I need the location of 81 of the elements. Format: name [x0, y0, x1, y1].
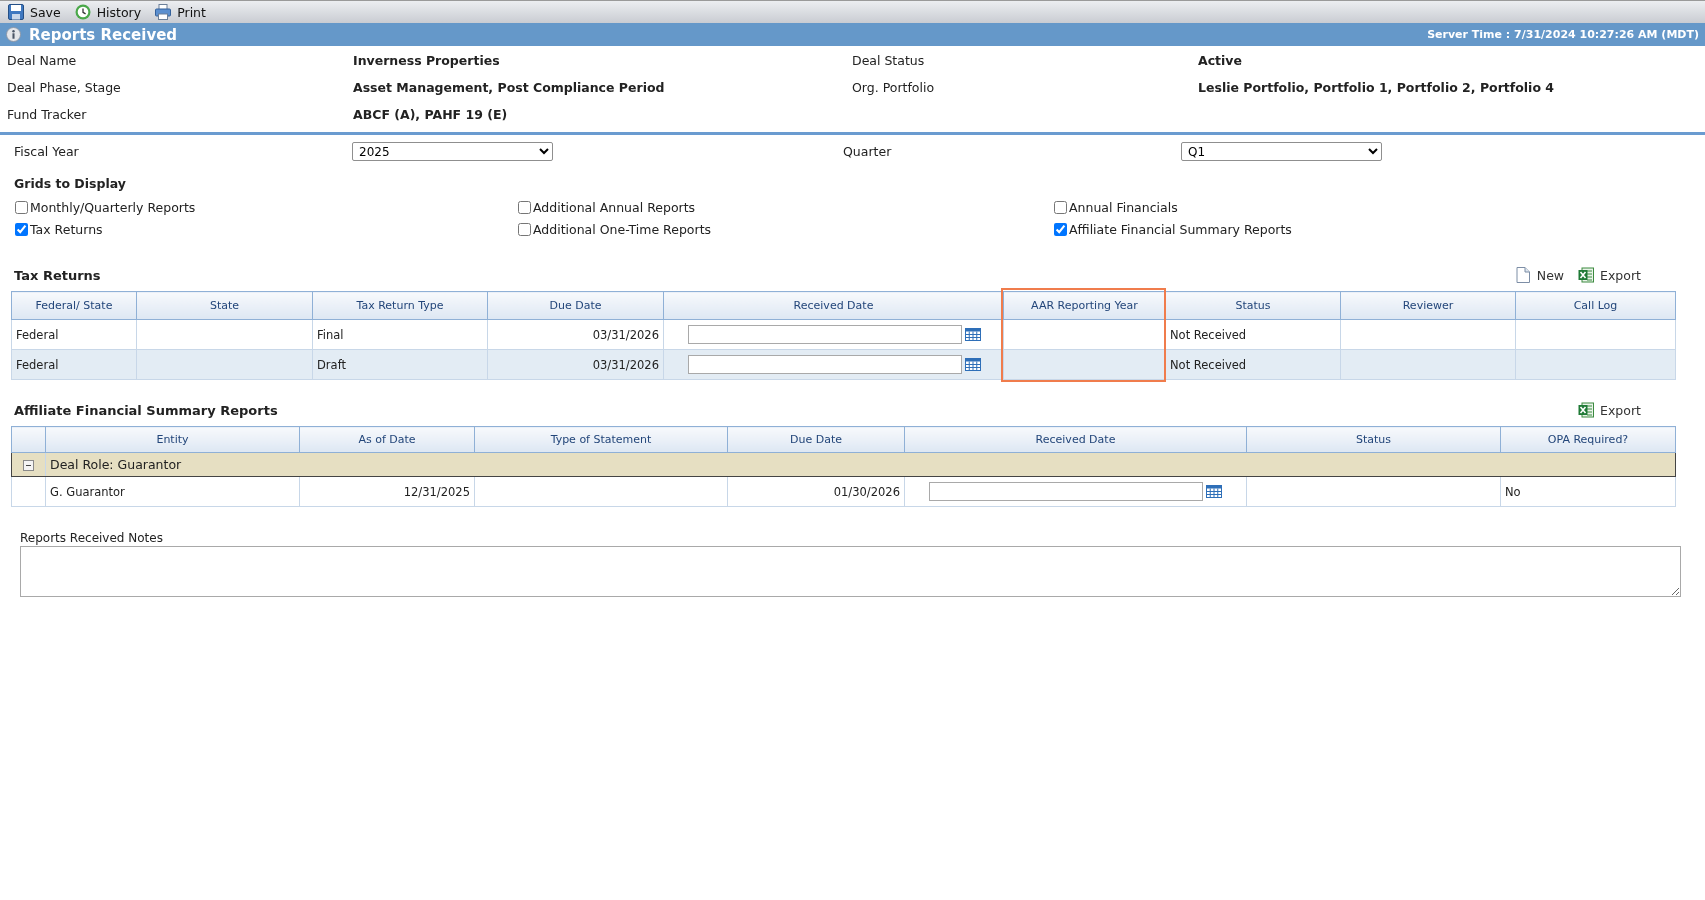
toolbar-button[interactable]: Save — [6, 2, 63, 22]
section-title: Grids to Display — [13, 175, 127, 191]
calendar-icon[interactable] — [965, 358, 981, 371]
info-icon — [6, 27, 21, 42]
toolbar-button[interactable]: History — [72, 2, 144, 22]
table-cell: 03/31/2026 — [487, 349, 664, 380]
toolbar-button[interactable]: Print — [153, 2, 208, 22]
checkbox-label: Additional Annual Reports — [533, 199, 696, 215]
field-label: Deal Name — [7, 52, 78, 70]
collapse-icon[interactable] — [23, 460, 34, 471]
column-header[interactable]: Entity — [45, 426, 300, 453]
column-header[interactable]: Federal/ State — [11, 291, 137, 320]
column-header[interactable]: As of Date — [299, 426, 475, 453]
calendar-icon[interactable] — [1206, 485, 1222, 498]
field-label: Fiscal Year — [14, 144, 80, 159]
field-value: Inverness Properties — [353, 52, 501, 70]
action-button[interactable]: Export — [1578, 267, 1641, 283]
field-label: Reports Received Notes — [20, 531, 164, 545]
checkbox[interactable] — [1054, 200, 1067, 214]
group-label: Deal Role: Guarantor — [50, 457, 182, 472]
checkbox[interactable] — [15, 200, 28, 214]
calendar-icon[interactable] — [965, 328, 981, 341]
printer-icon — [155, 4, 172, 20]
action-button[interactable]: New — [1514, 267, 1565, 283]
column-header[interactable]: Received Date — [663, 291, 1004, 320]
column-header[interactable]: Type of Statement — [474, 426, 728, 453]
spreadsheet-icon — [1578, 402, 1595, 418]
field-label: Deal Status — [852, 52, 926, 70]
column-header[interactable]: Due Date — [727, 426, 905, 453]
column-header[interactable]: Call Log — [1515, 291, 1676, 320]
column-header[interactable]: Status — [1165, 291, 1341, 320]
table-cell: Federal — [11, 349, 137, 380]
checkbox-label: Tax Returns — [30, 221, 103, 237]
page-title: Reports Received — [29, 25, 178, 44]
column-header[interactable]: Tax Return Type — [312, 291, 488, 320]
document-icon — [1514, 267, 1531, 283]
date-input[interactable] — [688, 325, 962, 344]
action-button[interactable]: Export — [1578, 402, 1641, 418]
column-header[interactable]: Received Date — [904, 426, 1247, 453]
dropdown[interactable]: Q1 — [1181, 142, 1382, 161]
checkbox[interactable] — [15, 222, 28, 236]
field-label: Fund Tracker — [7, 106, 88, 124]
checkbox-label: Affiliate Financial Summary Reports — [1069, 221, 1292, 237]
table-cell: G. Guarantor — [45, 476, 300, 507]
table-cell: 01/30/2026 — [727, 476, 905, 507]
table-cell: Not Received — [1165, 349, 1341, 380]
column-header[interactable]: Status — [1246, 426, 1501, 453]
checkbox-label: Monthly/Quarterly Reports — [30, 199, 196, 215]
checkbox[interactable] — [1054, 222, 1067, 236]
checkbox-label: Annual Financials — [1069, 199, 1178, 215]
table-cell: No — [1500, 476, 1676, 507]
field-value: ABCF (A), PAHF 19 (E) — [353, 106, 509, 124]
table-cell: 03/31/2026 — [487, 319, 664, 350]
section-title: Tax Returns — [14, 267, 101, 283]
section-title: Affiliate Financial Summary Reports — [14, 402, 278, 418]
field-value: Asset Management, Post Compliance Period — [353, 79, 666, 97]
checkbox[interactable] — [518, 200, 531, 214]
table-cell: 12/31/2025 — [299, 476, 475, 507]
field-value: Active — [1198, 52, 1243, 70]
field-label: Deal Phase, Stage — [7, 79, 122, 97]
table-cell: Draft — [312, 349, 488, 380]
clock-icon — [74, 4, 91, 20]
column-header[interactable]: State — [136, 291, 313, 320]
column-header[interactable]: Reviewer — [1340, 291, 1516, 320]
checkbox-label: Additional One-Time Reports — [533, 221, 712, 237]
checkbox[interactable] — [518, 222, 531, 236]
field-label: Org. Portfolio — [852, 79, 936, 97]
server-time: Server Time : 7/31/2024 10:27:26 AM (MDT) — [1427, 28, 1699, 41]
column-header[interactable]: AAR Reporting Year — [1003, 291, 1166, 320]
dropdown[interactable]: 2025 — [352, 142, 553, 161]
table-cell: Federal — [11, 319, 137, 350]
column-header[interactable]: Due Date — [487, 291, 664, 320]
date-input[interactable] — [929, 482, 1203, 501]
table-cell: Not Received — [1165, 319, 1341, 350]
field-label: Quarter — [843, 144, 893, 159]
spreadsheet-icon — [1578, 267, 1595, 283]
table-cell: Final — [312, 319, 488, 350]
notes-textarea[interactable] — [20, 546, 1681, 597]
date-input[interactable] — [688, 355, 962, 374]
column-header[interactable]: OPA Required? — [1500, 426, 1676, 453]
field-value: Leslie Portfolio, Portfolio 1, Portfolio 2, Portfolio 4 — [1198, 79, 1556, 97]
